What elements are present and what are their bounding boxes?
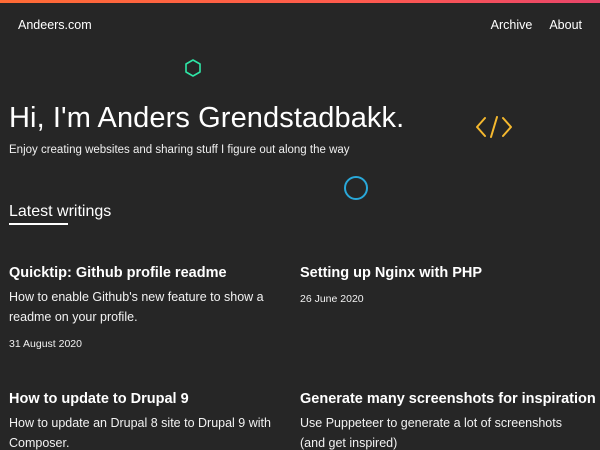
circle-icon — [344, 176, 368, 200]
post-description: How to enable Github's new feature to sh… — [9, 290, 264, 324]
code-brackets-icon — [476, 116, 512, 138]
post-title-link[interactable]: Generate many screenshots for inspiratio… — [300, 390, 596, 408]
main-nav: Archive About — [491, 18, 582, 32]
nav-link-about[interactable]: About — [549, 18, 582, 32]
post-card: How to update to Drupal 9 How to update … — [9, 390, 299, 450]
post-card: Quicktip: Github profile readme How to e… — [9, 264, 299, 350]
top-gradient-bar — [0, 0, 600, 3]
post-card: Setting up Nginx with PHP 26 June 2020 — [300, 264, 590, 305]
post-description: How to update an Drupal 8 site to Drupal… — [9, 416, 271, 450]
hero-title: Hi, I'm Anders Grendstadbakk. — [9, 102, 405, 134]
post-title-link[interactable]: Quicktip: Github profile readme — [9, 264, 299, 282]
hexagon-icon — [185, 59, 201, 77]
latest-writings-heading: Latest writings — [9, 203, 112, 220]
post-title-link[interactable]: Setting up Nginx with PHP — [300, 264, 590, 282]
post-title-link[interactable]: How to update to Drupal 9 — [9, 390, 299, 408]
heading-underline — [9, 223, 68, 225]
page: Andeers.com Archive About Hi, I'm Anders… — [0, 0, 600, 450]
site-title-link[interactable]: Andeers.com — [18, 18, 92, 32]
hero-subtitle: Enjoy creating websites and sharing stuf… — [9, 144, 350, 156]
nav-link-archive[interactable]: Archive — [491, 18, 533, 32]
post-date: 31 August 2020 — [9, 338, 82, 350]
post-date: 26 June 2020 — [300, 293, 364, 305]
post-description: Use Puppeteer to generate a lot of scree… — [300, 416, 562, 450]
post-card: Generate many screenshots for inspiratio… — [300, 390, 596, 450]
